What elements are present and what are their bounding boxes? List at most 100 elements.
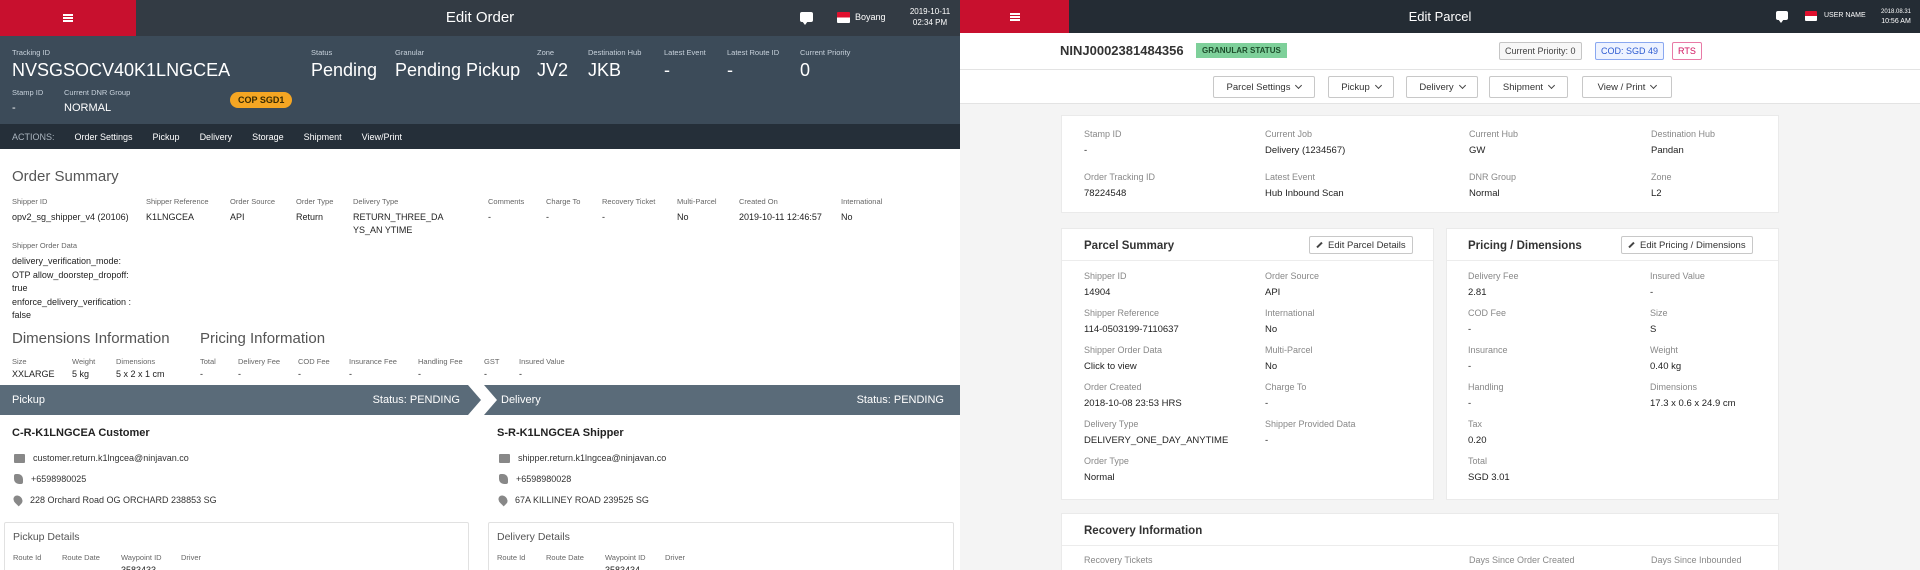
field-value: - [418,369,421,379]
pickup-button[interactable]: Pickup [1328,76,1394,98]
field-label: Shipper Reference [146,197,209,206]
current-priority-value: 0 [800,60,811,80]
pd-cod-fee: COD Fee - [1468,308,1506,335]
field-value: 2.81 [1468,287,1487,298]
parcel-settings-button[interactable]: Parcel Settings [1213,76,1315,98]
page-title: Edit Order [445,9,515,26]
waypoint-value[interactable]: 3583434 [605,564,646,570]
datetime: 2019-10-11 02:34 PM [900,6,960,28]
button-label: Delivery [1419,81,1454,93]
action-order-settings[interactable]: Order Settings [75,132,133,142]
field-value: K1LNGCEA [146,212,195,222]
status-value: Pending [311,60,378,80]
field-label: Insurance [1468,345,1508,355]
action-pickup[interactable]: Pickup [153,132,180,142]
pricing-delivery-fee: Delivery Fee - [238,357,280,381]
summary-shipper-order-data[interactable]: Shipper Order Data delivery_verification… [12,241,132,323]
chevron-down-icon [1650,81,1658,90]
edit-parcel-details-button[interactable]: Edit Parcel Details [1309,236,1413,254]
delivery-status-header[interactable]: Delivery Status: PENDING [484,385,960,415]
info-zone: Zone L2 [1651,172,1672,199]
field-label: Dimensions [1650,382,1698,392]
field-value: No [1265,361,1278,372]
tracking-value: NVSGSOCV40K1LNGCEA [12,60,231,80]
chat-icon[interactable] [800,12,813,25]
column-header: Driver [181,553,201,562]
order-header-panel: Tracking ID NVSGSOCV40K1LNGCEA COP SGD1 … [0,36,960,124]
info-order-tracking-id: Order Tracking ID 78224548 [1084,172,1155,199]
field-value: S [1650,324,1657,335]
phone-icon [499,474,508,484]
field-value[interactable]: Delivery (1234567) [1265,145,1345,156]
field-value: 2018-10-08 23:53 HRS [1084,398,1182,409]
edit-pricing-dimensions-button[interactable]: Edit Pricing / Dimensions [1621,236,1753,254]
divider [1062,545,1778,546]
user-name[interactable]: USER NAME [1824,12,1866,19]
column-header: Route Date [62,553,100,562]
field-value: DELIVERY_ONE_DAY_ANYTIME [1084,435,1229,446]
click-to-view-link[interactable]: Click to view [1084,361,1162,372]
delivery-address: 67A KILLINEY ROAD 239525 SG [515,495,649,505]
field-label: Created On [739,197,778,206]
actions-bar: ACTIONS: Order Settings Pickup Delivery … [0,124,960,149]
action-delivery[interactable]: Delivery [200,132,233,142]
field-value: - [200,369,203,379]
field-value: 14904 [1084,287,1111,298]
user-name[interactable]: Boyang [855,12,886,22]
singapore-flag-icon[interactable] [1805,11,1817,21]
field-value: 0.20 [1468,435,1487,446]
edit-order-window: Edit Order Boyang 2019-10-11 02:34 PM Tr… [0,0,960,570]
ps-shipper-reference: Shipper Reference 114-0503199-7110637 [1084,308,1179,335]
field-value: 5 x 2 x 1 cm [116,369,165,379]
pickup-status-header[interactable]: Pickup Status: PENDING [0,385,468,415]
order-summary-title: Order Summary [12,168,119,185]
pickup-delivery-status-bar: Pickup Status: PENDING Delivery Status: … [0,385,960,415]
parcel-summary-title: Parcel Summary [1084,240,1175,252]
action-storage[interactable]: Storage [252,132,284,142]
field-label: Shipper ID [1084,271,1127,281]
pd-delivery-fee: Delivery Fee 2.81 [1468,271,1519,298]
singapore-flag-icon[interactable] [837,12,850,23]
field-label: Weight [1650,345,1678,355]
field-label: Multi-Parcel [677,197,717,206]
delivery-status: Status: PENDING [856,394,944,406]
shipment-button[interactable]: Shipment [1489,76,1568,98]
field-label: Shipper Order Data [12,241,78,250]
pd-insured-value: Insured Value - [1650,271,1705,298]
top-bar: Edit Order Boyang 2019-10-11 02:34 PM [0,0,960,36]
latest-event-label: Latest Event [664,48,706,57]
zone-value: JV2 [537,60,569,80]
column-header: Route Id [497,553,526,562]
column-header: Waypoint ID [121,553,162,562]
chevron-down-icon [1374,81,1382,90]
button-label: Pickup [1341,81,1370,93]
button-label: Shipment [1502,81,1544,93]
delivery-title: Delivery [501,394,541,406]
field-label: Size [1650,308,1668,318]
column-header: Route Date [546,553,584,562]
field-label: Delivery Fee [238,357,281,366]
waypoint-value[interactable]: 3583433 [121,564,162,570]
delivery-email: shipper.return.k1lngcea@ninjavan.co [518,453,667,463]
field-value: Normal [1084,472,1115,483]
field-label: Current Job [1265,129,1313,139]
summary-international: International No [841,197,882,224]
pickup-route-date: Route Date [62,553,100,562]
action-view-print[interactable]: View/Print [362,132,402,142]
action-shipment[interactable]: Shipment [304,132,342,142]
column-header: Days Since Inbounded [1651,555,1742,565]
field-value: delivery_verification_mode: OTP allow_do… [12,256,132,320]
field-value: - [1650,287,1654,298]
chat-icon[interactable] [1776,11,1788,23]
stamp-field: Stamp ID - [12,88,43,114]
field-label: Total [1468,456,1488,466]
pd-tax: Tax 0.20 [1468,419,1487,446]
divider [1062,260,1433,261]
field-label: Comments [488,197,525,206]
rts-chip: RTS [1672,42,1702,60]
field-label: Order Created [1084,382,1142,392]
destination-hub-label: Destination Hub [588,48,642,57]
field-label: Handling Fee [418,357,463,366]
view-print-button[interactable]: View / Print [1582,76,1672,98]
delivery-button[interactable]: Delivery [1406,76,1478,98]
